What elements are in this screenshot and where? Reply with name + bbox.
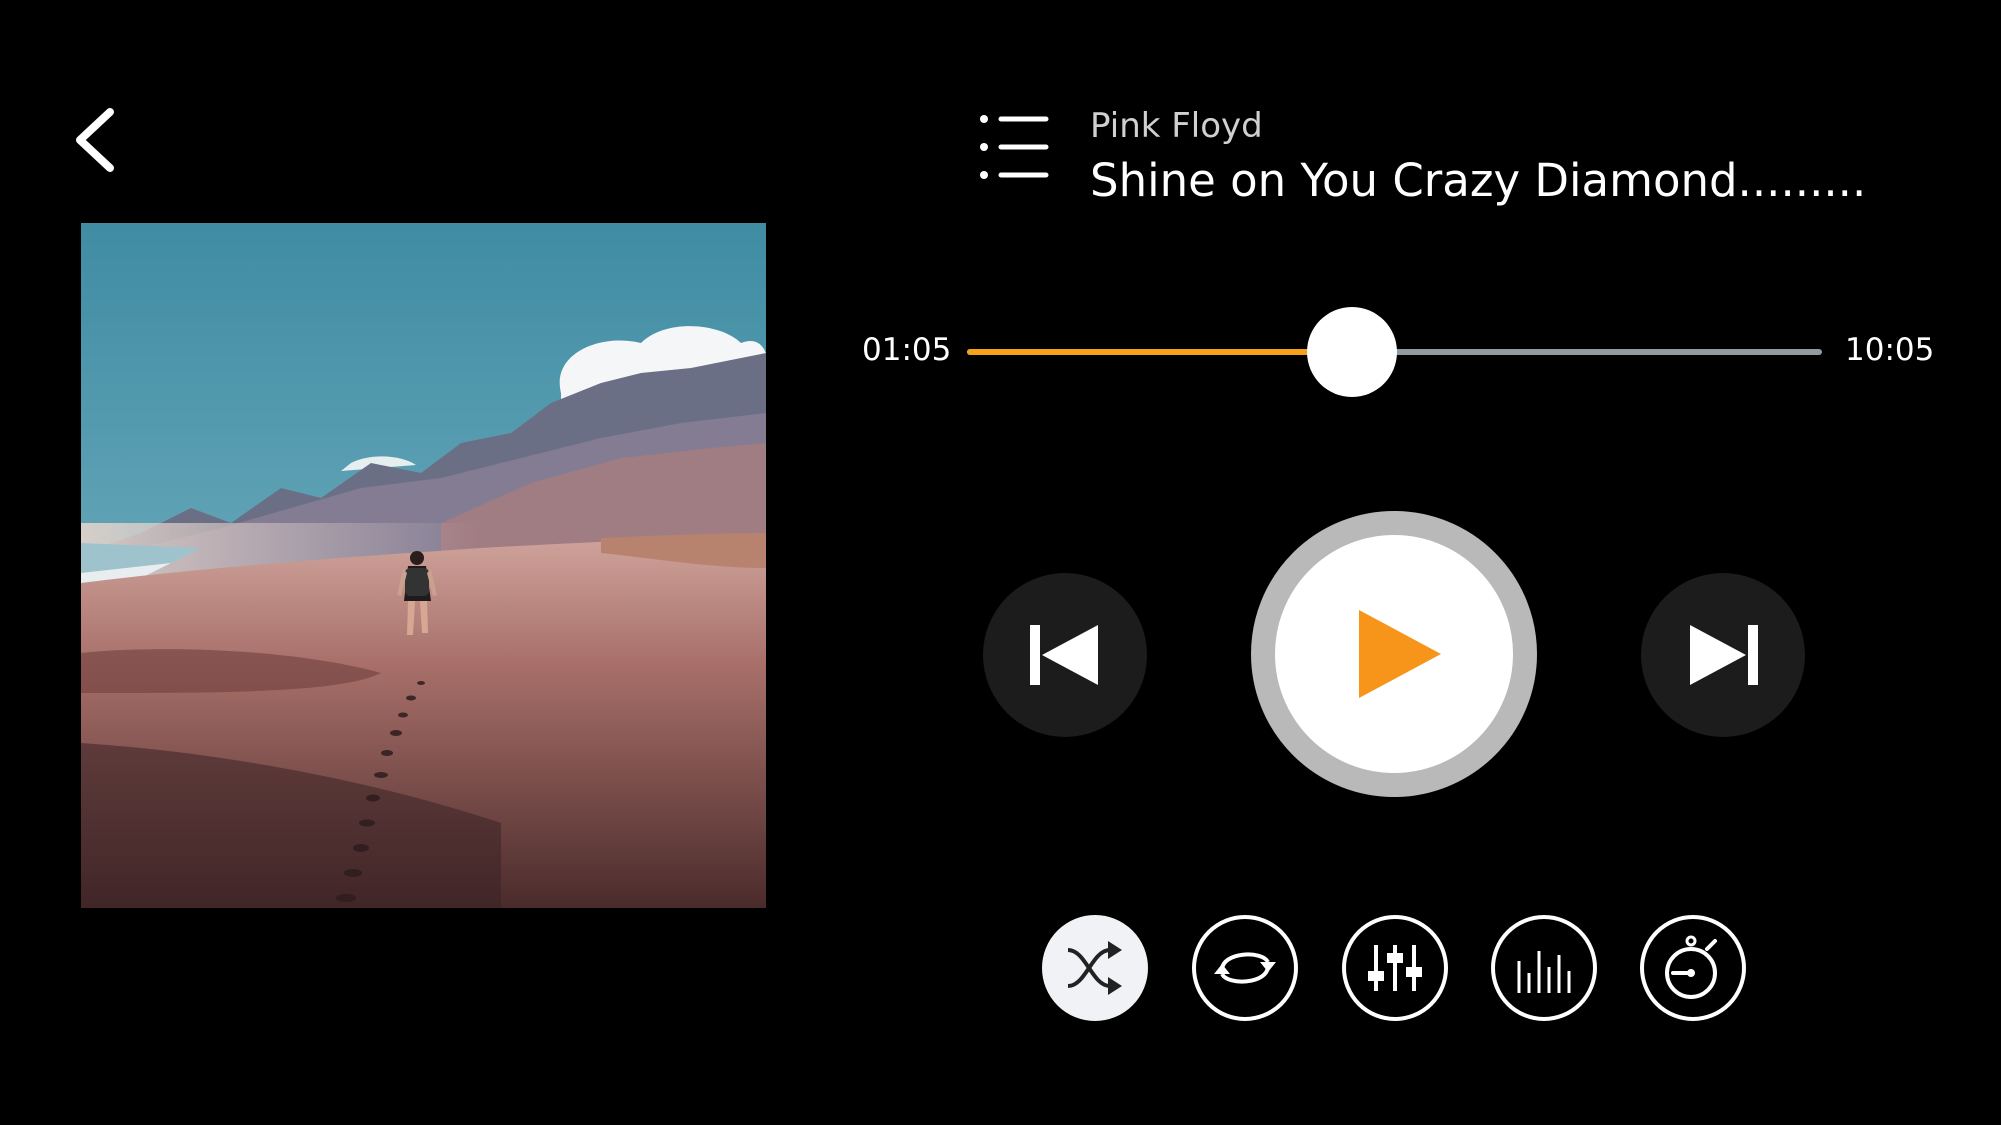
song-title: Shine on You Crazy Diamond.........	[1090, 154, 1867, 207]
total-time: 10:05	[1845, 332, 1935, 368]
seek-bar[interactable]	[967, 307, 1822, 397]
playlist-button[interactable]	[976, 110, 1056, 184]
chevron-left-icon	[76, 108, 114, 172]
shuffle-icon	[1067, 941, 1122, 995]
equalizer-icon	[1368, 945, 1422, 991]
album-cover-image	[81, 223, 766, 908]
seek-bar-thumb[interactable]	[1306, 307, 1397, 397]
skip-previous-icon	[1030, 625, 1098, 685]
equalizer-button[interactable]	[1342, 915, 1448, 1021]
stopwatch-icon	[1665, 935, 1717, 999]
sleep-timer-button[interactable]	[1640, 915, 1746, 1021]
skip-next-icon	[1690, 625, 1758, 685]
shuffle-button[interactable]	[1042, 915, 1148, 1021]
repeat-icon	[1214, 952, 1276, 984]
bars-icon	[1517, 951, 1571, 993]
repeat-button[interactable]	[1192, 915, 1298, 1021]
artist-name: Pink Floyd	[1090, 106, 1263, 146]
play-button[interactable]	[1251, 511, 1537, 797]
next-track-button[interactable]	[1641, 573, 1805, 737]
seek-bar-progress	[967, 349, 1352, 355]
elapsed-time: 01:05	[862, 332, 952, 368]
back-button[interactable]	[66, 100, 130, 180]
album-art	[81, 223, 766, 908]
play-icon	[1359, 610, 1441, 698]
visualizer-button[interactable]	[1491, 915, 1597, 1021]
previous-track-button[interactable]	[983, 573, 1147, 737]
list-icon	[980, 115, 1049, 179]
